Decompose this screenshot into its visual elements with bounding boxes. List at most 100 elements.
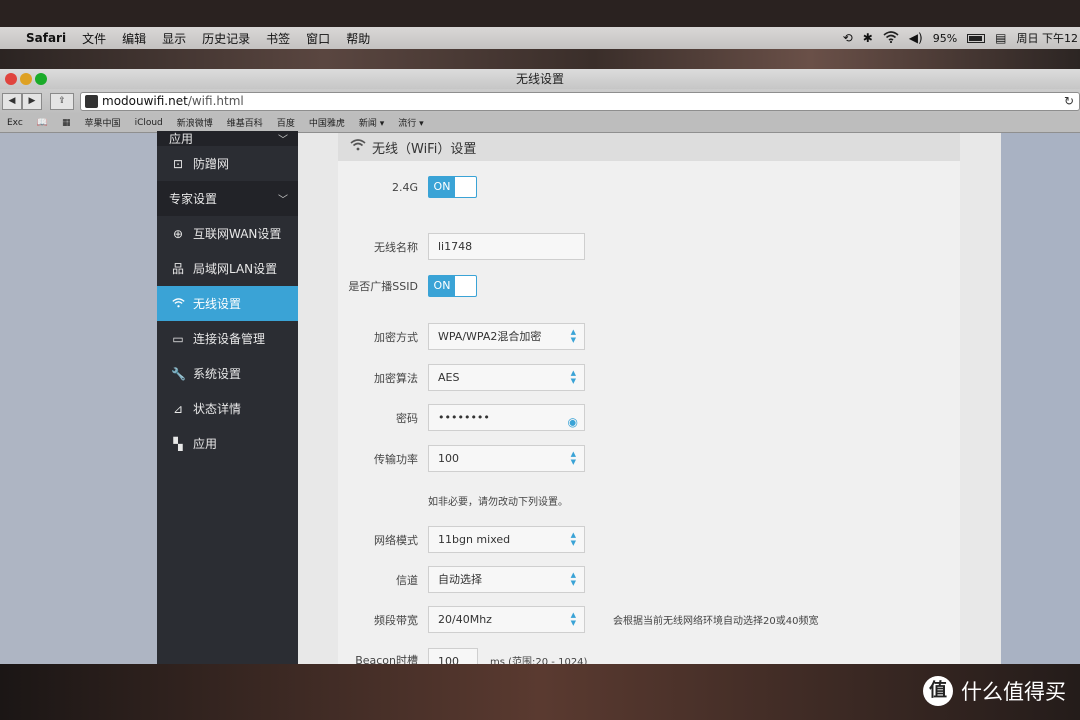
mode-select[interactable]: 11bgn mixed ▲ ▼ bbox=[428, 526, 585, 553]
password-input[interactable]: •••••••• ◉ bbox=[428, 404, 585, 431]
power-label: 传输功率 bbox=[374, 452, 418, 466]
back-button[interactable]: ◀ bbox=[2, 92, 22, 110]
time-machine-icon[interactable]: ⟲ bbox=[843, 31, 853, 45]
reload-icon[interactable]: ↻ bbox=[1064, 94, 1074, 108]
menu-history[interactable]: 历史记录 bbox=[202, 30, 250, 47]
chevron-down-icon: ﹀ bbox=[278, 195, 288, 206]
menu-file[interactable]: 文件 bbox=[82, 30, 106, 47]
toggle-on-label: ON bbox=[429, 276, 455, 296]
select-arrows-icon: ▲ ▼ bbox=[570, 531, 576, 547]
band-toggle[interactable]: ON bbox=[428, 176, 477, 198]
sidebar-item-apps-top[interactable]: 应用 ﹀ bbox=[157, 131, 298, 146]
row-broadcast: 是否广播SSID ON bbox=[338, 275, 477, 297]
bandwidth-select[interactable]: 20/40Mhz ▲ ▼ bbox=[428, 606, 585, 633]
menu-view[interactable]: 显示 bbox=[162, 30, 186, 47]
wifi-settings-card: 无线（WiFi）设置 2.4G ON 无线名称 li1748 是否广播SSID … bbox=[338, 133, 960, 664]
close-window-button[interactable] bbox=[5, 73, 17, 85]
algorithm-value: AES bbox=[438, 371, 460, 384]
watermark: 值 什么值得买 bbox=[923, 676, 1066, 706]
channel-value: 自动选择 bbox=[438, 573, 482, 586]
band-label: 2.4G bbox=[391, 180, 418, 194]
us-flag-icon[interactable]: ▤ bbox=[995, 31, 1006, 45]
mode-value: 11bgn mixed bbox=[438, 533, 511, 546]
top-sites-icon[interactable]: ▦ bbox=[62, 118, 71, 128]
sidebar-item-label: 连接设备管理 bbox=[193, 332, 266, 346]
menubar-clock[interactable]: 周日 下午12 bbox=[1017, 30, 1079, 46]
sidebar-item-label: 互联网WAN设置 bbox=[193, 227, 282, 241]
sidebar-item-status[interactable]: ⊿ 状态详情 bbox=[157, 391, 298, 426]
battery-icon[interactable] bbox=[967, 33, 986, 43]
row-algorithm: 加密算法 AES ▲ ▼ bbox=[338, 364, 585, 391]
page-background-right bbox=[1001, 133, 1080, 664]
screen-reflection bbox=[0, 49, 1080, 69]
password-value: •••••••• bbox=[438, 411, 490, 424]
bookmark-item[interactable]: 流行 ▾ bbox=[398, 116, 423, 129]
select-arrows-icon: ▲ ▼ bbox=[570, 611, 576, 627]
menu-safari[interactable]: Safari bbox=[26, 31, 66, 45]
window-titlebar: 无线设置 bbox=[0, 69, 1080, 89]
forward-button[interactable]: ▶ bbox=[22, 92, 42, 110]
sidebar-item-label: 系统设置 bbox=[193, 367, 242, 381]
channel-label: 信道 bbox=[396, 573, 418, 587]
card-header: 无线（WiFi）设置 bbox=[338, 133, 960, 161]
sidebar-item-anti-leech[interactable]: ⊡ 防蹭网 bbox=[157, 146, 298, 181]
lock-icon: ⊡ bbox=[172, 156, 184, 171]
row-mode: 网络模式 11bgn mixed ▲ ▼ bbox=[338, 526, 585, 553]
browser-toolbar: ◀ ▶ ⇪ modouwifi.net/wifi.html ↻ bbox=[0, 89, 1080, 113]
ssid-input[interactable]: li1748 bbox=[428, 233, 585, 260]
menu-help[interactable]: 帮助 bbox=[346, 30, 370, 47]
sidebar-item-apps[interactable]: ▚ 应用 bbox=[157, 426, 298, 461]
row-channel: 信道 自动选择 ▲ ▼ bbox=[338, 566, 585, 593]
menu-extras: ⟲ ✱ ◀) 95% ▤ 周日 下午12 bbox=[843, 27, 1080, 49]
row-band: 2.4G ON bbox=[338, 176, 477, 198]
encryption-select[interactable]: WPA/WPA2混合加密 ▲ ▼ bbox=[428, 323, 585, 350]
sidebar-item-label: 防蹭网 bbox=[193, 157, 230, 171]
router-admin-page: 应用 ﹀ ⊡ 防蹭网 专家设置 ﹀ ⊕ 互联网WAN设置 品 局域网LAN设置 bbox=[0, 131, 1080, 664]
menu-edit[interactable]: 编辑 bbox=[122, 30, 146, 47]
volume-icon[interactable]: ◀) bbox=[909, 31, 923, 45]
beacon-input[interactable]: 100 bbox=[428, 648, 478, 664]
power-select[interactable]: 100 ▲ ▼ bbox=[428, 445, 585, 472]
address-bar[interactable]: modouwifi.net/wifi.html ↻ bbox=[80, 91, 1080, 111]
wifi-status-icon[interactable] bbox=[883, 30, 899, 46]
eye-icon[interactable]: ◉ bbox=[568, 410, 578, 435]
bookmark-item[interactable]: 维基百科 bbox=[227, 116, 263, 129]
channel-select[interactable]: 自动选择 ▲ ▼ bbox=[428, 566, 585, 593]
bookmark-item[interactable]: 百度 bbox=[277, 116, 295, 129]
bluetooth-icon[interactable]: ✱ bbox=[863, 31, 873, 45]
sidebar-item-lan[interactable]: 品 局域网LAN设置 bbox=[157, 251, 298, 286]
wifi-icon bbox=[171, 297, 185, 311]
apps-icon: ▚ bbox=[173, 436, 183, 451]
menu-window[interactable]: 窗口 bbox=[306, 30, 330, 47]
bookmark-item[interactable]: 苹果中国 bbox=[85, 116, 121, 129]
algorithm-select[interactable]: AES ▲ ▼ bbox=[428, 364, 585, 391]
photo-frame: { "menubar": { "apple": "", "items": ["S… bbox=[0, 0, 1080, 720]
url-domain: modouwifi.net bbox=[102, 94, 188, 108]
screen-bezel-bottom: 值 什么值得买 bbox=[0, 664, 1080, 720]
monitor-icon: ▭ bbox=[172, 331, 184, 346]
share-button[interactable]: ⇪ bbox=[50, 92, 74, 110]
zoom-window-button[interactable] bbox=[35, 73, 47, 85]
wifi-icon bbox=[350, 139, 366, 155]
sidebar-item-devices[interactable]: ▭ 连接设备管理 bbox=[157, 321, 298, 356]
minimize-window-button[interactable] bbox=[20, 73, 32, 85]
card-title: 无线（WiFi）设置 bbox=[372, 141, 477, 157]
bookmark-item[interactable]: iCloud bbox=[135, 118, 163, 128]
row-encryption: 加密方式 WPA/WPA2混合加密 ▲ ▼ bbox=[338, 323, 585, 350]
row-beacon: Beacon时槽 100 ms (范围:20 - 1024) bbox=[338, 648, 587, 664]
broadcast-toggle[interactable]: ON bbox=[428, 275, 477, 297]
sidebar-item-label: 应用 bbox=[169, 132, 194, 146]
bookmark-item[interactable]: Exc bbox=[7, 118, 23, 128]
bookmark-item[interactable]: 新闻 ▾ bbox=[359, 116, 384, 129]
sidebar-item-expert[interactable]: 专家设置 ﹀ bbox=[157, 181, 298, 216]
sidebar-item-system[interactable]: 🔧 系统设置 bbox=[157, 356, 298, 391]
algorithm-label: 加密算法 bbox=[374, 371, 418, 385]
sidebar-item-wan[interactable]: ⊕ 互联网WAN设置 bbox=[157, 216, 298, 251]
reading-list-icon[interactable]: 📖 bbox=[37, 118, 48, 128]
sidebar-item-wireless[interactable]: 无线设置 bbox=[157, 286, 298, 321]
bookmark-item[interactable]: 新浪微博 bbox=[177, 116, 213, 129]
beacon-range: ms (范围:20 - 1024) bbox=[490, 656, 588, 665]
mode-label: 网络模式 bbox=[374, 533, 418, 547]
bookmark-item[interactable]: 中国雅虎 bbox=[309, 116, 345, 129]
menu-bookmarks[interactable]: 书签 bbox=[266, 30, 290, 47]
